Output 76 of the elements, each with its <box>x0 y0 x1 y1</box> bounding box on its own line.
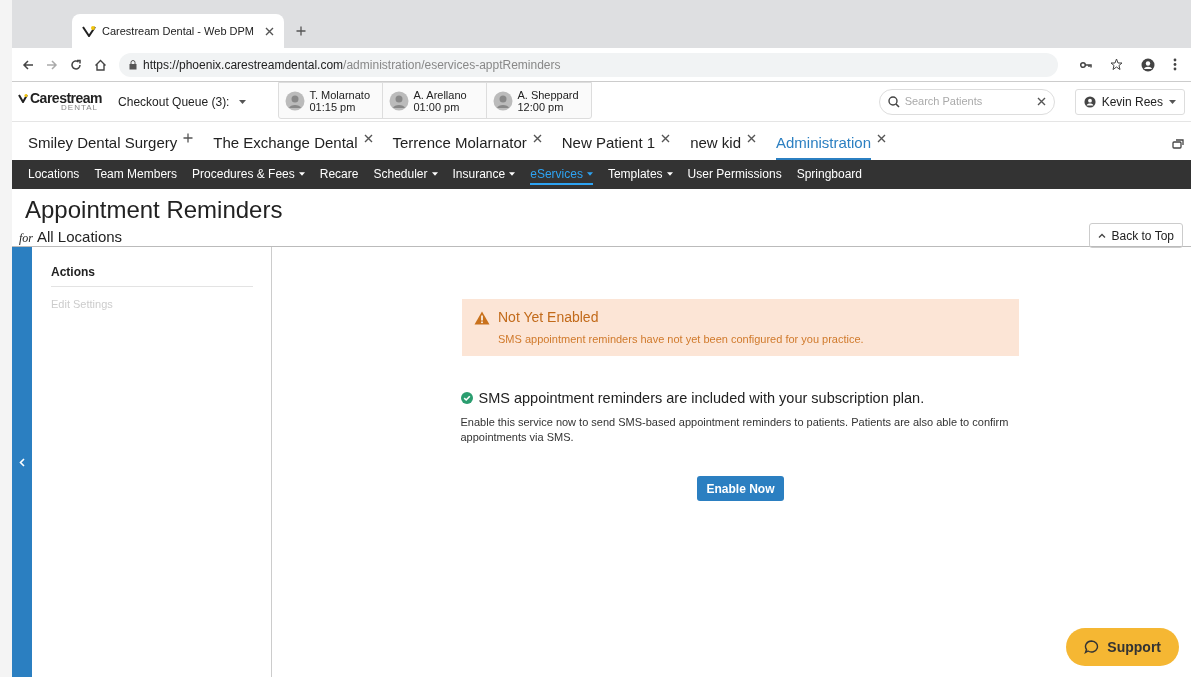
close-icon[interactable] <box>661 133 671 143</box>
tab-title: Carestream Dental - Web DPM <box>102 23 255 39</box>
reload-icon[interactable] <box>70 58 82 71</box>
caret-icon <box>239 99 247 104</box>
page-title: Appointment Reminders <box>25 195 283 225</box>
close-icon[interactable] <box>877 133 887 143</box>
search-icon <box>887 95 900 108</box>
nav-item[interactable]: Recare <box>319 164 359 185</box>
home-icon[interactable] <box>94 58 107 71</box>
patient-tab[interactable]: Terrence Molarnator <box>392 131 527 160</box>
appointment-time: 12:00 pm <box>517 100 564 113</box>
clear-icon[interactable] <box>1036 97 1046 106</box>
key-icon[interactable] <box>1080 60 1092 69</box>
chat-icon <box>1084 640 1100 654</box>
windows-icon[interactable] <box>1172 138 1185 150</box>
info-headline: SMS appointment reminders are included with your subscription plan. <box>478 388 925 408</box>
avatar-icon <box>493 90 514 111</box>
address-bar[interactable]: https://phoenix.carestreamdental.com/administration/eservices-apptReminders <box>119 52 1058 77</box>
close-icon[interactable] <box>532 133 542 143</box>
subtitle-prefix: for <box>19 230 33 247</box>
add-icon[interactable] <box>183 132 194 143</box>
checkout-queue-dropdown[interactable]: Checkout Queue (3): <box>118 92 247 111</box>
avatar-icon <box>389 90 410 111</box>
queue-patient-card[interactable]: A. Sheppard 12:00 pm <box>487 83 592 118</box>
alert-message: SMS appointment reminders have not yet been configured for you practice. <box>498 332 865 347</box>
enable-now-button[interactable]: Enable Now <box>697 476 784 502</box>
info-text: Enable this service now to send SMS-based appointment reminders to patients. Patients are also able to confirm appointments via SMS. <box>460 415 1010 446</box>
nav-item[interactable]: Templates <box>607 164 673 185</box>
lock-icon <box>129 59 137 70</box>
patient-tab[interactable]: The Exchange Dental <box>213 131 358 160</box>
appointment-time: 01:15 pm <box>309 100 357 113</box>
queue-patient-card[interactable]: T. Molarnato 01:15 pm <box>279 83 384 118</box>
nav-item[interactable]: Team Members <box>94 164 178 185</box>
sidebar-heading: Actions <box>51 263 253 287</box>
nav-item[interactable]: eServices <box>530 164 593 185</box>
browser-tab[interactable]: Carestream Dental - Web DPM <box>72 14 284 48</box>
url-text: https://phoenix.carestreamdental.com/administration/eservices-apptReminders <box>143 56 561 74</box>
search-input[interactable]: Search Patients <box>904 93 1032 110</box>
nav-item[interactable]: Procedures & Fees <box>192 164 305 185</box>
patient-name: A. Sheppard <box>517 88 579 101</box>
user-menu-button[interactable]: Kevin Rees <box>1074 88 1185 115</box>
account-icon[interactable] <box>1141 57 1155 72</box>
patient-tab[interactable]: New Patient 1 <box>561 131 656 160</box>
nav-item[interactable]: User Permissions <box>687 164 782 185</box>
check-circle-icon <box>460 392 473 405</box>
chevron-left-icon <box>19 457 25 467</box>
patient-name: A. Arellano <box>413 88 467 101</box>
avatar-icon <box>285 90 306 111</box>
star-icon[interactable] <box>1110 58 1123 71</box>
appointment-time: 01:00 pm <box>413 100 461 113</box>
back-to-top-button[interactable]: Back to Top <box>1088 223 1183 248</box>
alert-title: Not Yet Enabled <box>498 308 599 327</box>
support-button[interactable]: Support <box>1066 628 1179 666</box>
caret-icon <box>1169 99 1176 104</box>
close-icon[interactable] <box>265 26 274 36</box>
back-icon[interactable] <box>22 58 34 71</box>
logo-subtext: DENTAL <box>61 104 99 112</box>
patient-tab[interactable]: Smiley Dental Surgery <box>28 131 178 160</box>
queue-patient-card[interactable]: A. Arellano 01:00 pm <box>383 83 488 118</box>
logo-icon <box>82 25 96 37</box>
patient-tab[interactable]: new kid <box>690 131 741 160</box>
close-icon[interactable] <box>747 133 756 143</box>
chevron-up-icon <box>1097 233 1106 238</box>
close-icon[interactable] <box>363 133 373 143</box>
logo-icon <box>18 93 28 103</box>
nav-item[interactable]: Insurance <box>452 164 516 185</box>
user-icon <box>1083 95 1096 108</box>
new-tab-icon[interactable] <box>296 26 306 36</box>
warning-icon <box>474 310 490 325</box>
logo-text: Carestream <box>30 91 103 105</box>
subtitle: All Locations <box>37 227 123 247</box>
nav-item[interactable]: Scheduler <box>373 164 438 185</box>
menu-icon[interactable] <box>1173 58 1177 71</box>
nav-item[interactable]: Locations <box>28 164 80 185</box>
nav-item[interactable]: Springboard <box>796 164 863 185</box>
patient-name: T. Molarnato <box>309 88 370 101</box>
